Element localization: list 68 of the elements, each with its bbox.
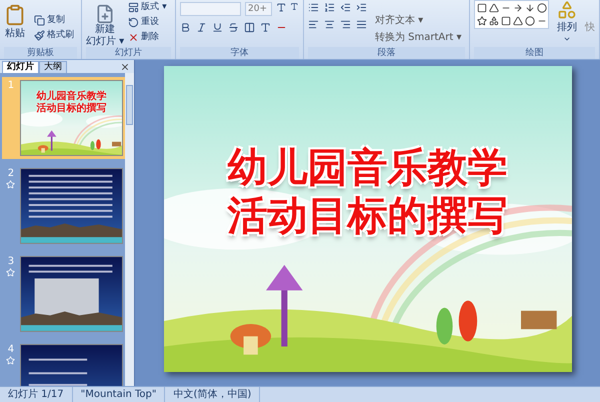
- paragraph-command[interactable]: 对齐文本 ▾: [375, 14, 462, 27]
- strikethrough-icon[interactable]: [228, 22, 239, 33]
- underline-icon[interactable]: [212, 22, 223, 33]
- paste-icon: [4, 4, 26, 26]
- brush-icon: [34, 30, 45, 41]
- new-slide-icon: [95, 4, 116, 24]
- slide-number: 3: [8, 256, 14, 268]
- slide-thumbnail-row[interactable]: 1 幼儿园音乐教学 活动目标的撰写: [2, 77, 125, 159]
- align-right-icon[interactable]: [340, 19, 351, 30]
- thumbnail-title: 活动目标的撰写: [36, 103, 106, 115]
- justify-icon[interactable]: [356, 19, 367, 30]
- caret-icon: [563, 35, 571, 43]
- circle-icon[interactable]: [525, 16, 535, 26]
- clipboard-command[interactable]: 复制: [34, 14, 74, 27]
- slide-title: 幼儿园音乐教学: [228, 144, 508, 192]
- shapes-icon[interactable]: [489, 16, 499, 26]
- slide-number: 1: [8, 80, 14, 92]
- align-center-icon[interactable]: [324, 19, 335, 30]
- down-arrow-icon[interactable]: [525, 3, 535, 13]
- new-slide-button[interactable]: 新建 幻灯片 ▾: [86, 0, 124, 47]
- slide-number: 4: [8, 344, 14, 356]
- group-label: 幻灯片: [86, 47, 171, 59]
- right-arrow-icon[interactable]: [513, 3, 523, 13]
- square-icon[interactable]: [477, 3, 487, 13]
- slide-command[interactable]: 重设: [128, 16, 167, 29]
- italic-icon[interactable]: [196, 22, 207, 33]
- shapes-icon: [557, 0, 577, 20]
- outdent-icon[interactable]: [340, 2, 351, 13]
- paste-button[interactable]: 粘贴: [4, 0, 26, 41]
- clipboard-command[interactable]: 格式刷: [34, 29, 74, 42]
- triangle-icon[interactable]: [513, 16, 523, 26]
- slide-number: 2: [8, 168, 14, 180]
- arrange-button[interactable]: 排列: [557, 0, 577, 43]
- group-label: 字体: [180, 47, 299, 59]
- shapes-gallery[interactable]: [474, 0, 549, 29]
- paragraph-command[interactable]: 转换为 SmartArt ▾: [375, 31, 462, 44]
- numbering-icon[interactable]: [324, 2, 335, 13]
- circle-icon[interactable]: [537, 3, 547, 13]
- delete-icon: [128, 32, 140, 43]
- layout-icon: [128, 2, 140, 13]
- panel-tab[interactable]: 大纲: [39, 61, 67, 73]
- indent-icon[interactable]: [356, 2, 367, 13]
- status-text: 幻灯片 1/17: [0, 387, 73, 402]
- status-text: 中文(简体，中国): [165, 387, 260, 402]
- bullets-icon[interactable]: [308, 2, 319, 13]
- font-name-field[interactable]: [180, 2, 242, 16]
- font-size-field[interactable]: 20+: [245, 2, 272, 16]
- status-text: "Mountain Top": [72, 387, 166, 402]
- slide-title: 活动目标的撰写: [228, 192, 508, 240]
- copy-icon: [34, 15, 45, 26]
- close-icon[interactable]: [120, 62, 130, 72]
- shrink-font-icon[interactable]: [290, 2, 299, 11]
- group-label: 剪贴板: [4, 47, 77, 59]
- scrollbar[interactable]: [125, 73, 134, 386]
- grow-font-icon[interactable]: [276, 2, 286, 13]
- bold-icon[interactable]: [180, 22, 191, 33]
- group-label: 段落: [308, 47, 465, 59]
- reset-icon: [128, 17, 140, 28]
- align-left-icon[interactable]: [308, 19, 319, 30]
- slide-command[interactable]: 删除: [128, 31, 167, 44]
- triangle-icon[interactable]: [489, 3, 499, 13]
- square-icon[interactable]: [501, 16, 511, 26]
- group-label: 绘图: [474, 47, 595, 59]
- panel-tab[interactable]: 幻灯片: [2, 61, 39, 73]
- thumbnail-title: 幼儿园音乐教学: [36, 91, 106, 102]
- star-icon[interactable]: [477, 16, 487, 26]
- slide-command[interactable]: 版式 ▾: [128, 1, 167, 14]
- case-icon[interactable]: [260, 22, 271, 33]
